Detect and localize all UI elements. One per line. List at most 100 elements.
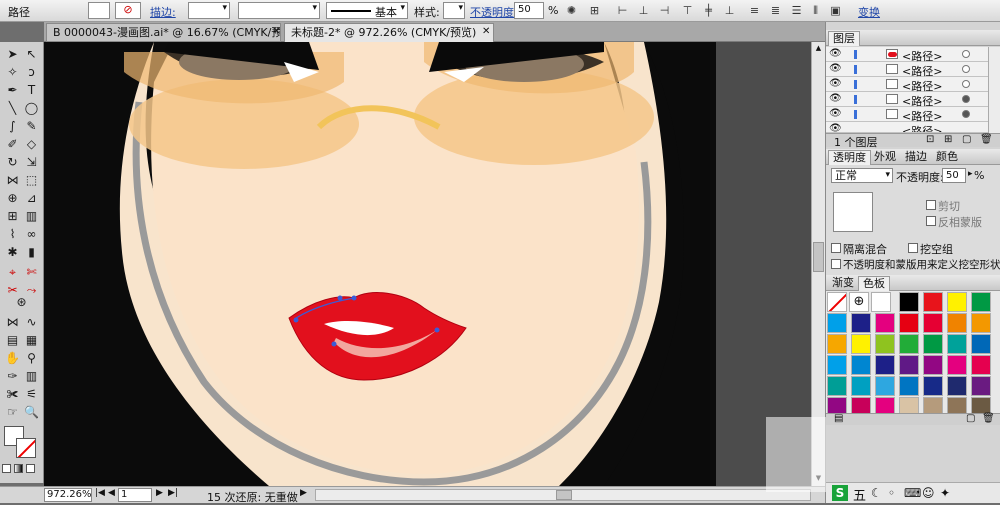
swatch-library-icon[interactable]: ▤ bbox=[834, 413, 843, 424]
close-icon[interactable]: ✕ bbox=[272, 26, 280, 37]
tab-gradient[interactable]: 渐变 bbox=[828, 276, 858, 291]
blend-mode-select[interactable]: 正常 ▾ bbox=[831, 168, 893, 183]
color-mode-icon[interactable] bbox=[2, 464, 11, 473]
swatch-color[interactable] bbox=[875, 334, 895, 354]
slice-tool-icon[interactable]: ✄ bbox=[22, 264, 41, 281]
layer-row[interactable]: 👁 <路径> bbox=[826, 47, 988, 63]
swatch-color[interactable] bbox=[923, 355, 943, 375]
panel-opacity-field[interactable]: 50 bbox=[942, 168, 966, 183]
swatch-color[interactable] bbox=[947, 376, 967, 396]
layer-row[interactable]: 👁 <路径> bbox=[826, 77, 988, 93]
settings-icon[interactable]: ✦ bbox=[940, 486, 950, 500]
symbol-sprayer-tool-icon[interactable]: ✱ bbox=[3, 244, 22, 261]
pen-tool-icon[interactable]: ✒ bbox=[3, 82, 22, 99]
none-mode-icon[interactable] bbox=[26, 464, 35, 473]
swatch-color[interactable] bbox=[875, 397, 895, 413]
distribute-bottom-icon[interactable]: ☰ bbox=[789, 3, 804, 18]
stroke-link[interactable]: 描边: bbox=[150, 4, 176, 20]
mesh-tool-icon[interactable]: ⊞ bbox=[3, 208, 22, 225]
align-center-v-icon[interactable]: ╪ bbox=[701, 3, 716, 18]
visibility-eye-icon[interactable]: 👁 bbox=[829, 93, 842, 104]
swatch-color[interactable] bbox=[827, 334, 847, 354]
swatch-color[interactable] bbox=[947, 397, 967, 413]
layer-row[interactable]: 👁 <路径> bbox=[826, 122, 988, 133]
measure-tool-icon[interactable]: ▥ bbox=[22, 368, 41, 385]
distribute-left-icon[interactable]: ⫴ bbox=[808, 3, 823, 18]
swatch-color[interactable] bbox=[971, 292, 991, 312]
tab-appearance[interactable]: 外观 bbox=[870, 150, 900, 165]
target-icon[interactable] bbox=[962, 95, 970, 103]
swatch-color[interactable] bbox=[875, 376, 895, 396]
hscroll-thumb[interactable] bbox=[556, 490, 572, 500]
tab-transparency[interactable]: 透明度 bbox=[828, 150, 871, 165]
swatch-color[interactable] bbox=[851, 313, 871, 333]
ime-logo-icon[interactable]: S bbox=[832, 485, 848, 501]
align-bottom-icon[interactable]: ⊥ bbox=[722, 3, 737, 18]
isolate-icon[interactable]: ▣ bbox=[828, 3, 843, 18]
delete-layer-icon[interactable]: 🗑 bbox=[980, 134, 993, 145]
swatch-color[interactable] bbox=[899, 313, 919, 333]
swatch-color[interactable] bbox=[827, 355, 847, 375]
next-page-icon[interactable]: ▶ bbox=[156, 488, 163, 498]
new-sublayer-icon[interactable]: ⊞ bbox=[944, 134, 952, 145]
close-icon[interactable]: ✕ bbox=[482, 26, 490, 37]
swatch-color[interactable] bbox=[971, 334, 991, 354]
direct-selection-tool-icon[interactable]: ↖ bbox=[22, 46, 41, 63]
swatch-color[interactable] bbox=[851, 397, 871, 413]
brush-definition-field[interactable]: 基本 ▾ bbox=[326, 2, 408, 19]
last-page-icon[interactable]: ▶| bbox=[168, 488, 178, 498]
perspective-grid-tool-icon[interactable]: ⊿ bbox=[22, 190, 41, 207]
blend-tool-icon[interactable]: ∞ bbox=[22, 226, 41, 243]
tab-color[interactable]: 颜色 bbox=[932, 150, 962, 165]
eyedropper-tool-icon[interactable]: ⌇ bbox=[3, 226, 22, 243]
lasso-tool-icon[interactable]: ↄ bbox=[22, 64, 41, 81]
tab-document-2[interactable]: 未标题-2* @ 972.26% (CMYK/预览) bbox=[284, 23, 494, 42]
opacity-field[interactable]: 50 bbox=[514, 2, 544, 19]
style-swatch[interactable]: ▾ bbox=[443, 2, 465, 19]
stroke-color-swatch[interactable]: ⊘ bbox=[115, 2, 141, 19]
variable-width-field[interactable]: ▾ bbox=[238, 2, 320, 19]
swatch-color[interactable] bbox=[851, 355, 871, 375]
target-icon[interactable] bbox=[962, 80, 970, 88]
stroke-swatch[interactable] bbox=[16, 438, 36, 458]
artboard-tool-icon[interactable]: ⌖ bbox=[3, 264, 22, 281]
swatch-color[interactable] bbox=[923, 334, 943, 354]
page-field[interactable]: 1 bbox=[118, 488, 152, 502]
rotate-tool-icon[interactable]: ↻ bbox=[3, 154, 22, 171]
swatch-color[interactable] bbox=[899, 334, 919, 354]
new-layer-icon[interactable]: ▢ bbox=[962, 134, 971, 145]
column-graph-tool-icon[interactable]: ▮ bbox=[22, 244, 41, 261]
swatch-color[interactable] bbox=[899, 397, 919, 413]
swatch-color[interactable] bbox=[851, 334, 871, 354]
zoom-field[interactable]: 972.26% bbox=[44, 488, 92, 502]
chart-tool-icon[interactable]: ▤ bbox=[3, 332, 22, 349]
selection-tool-icon[interactable]: ➤ bbox=[3, 46, 22, 63]
align-to-icon[interactable]: ⊞ bbox=[587, 3, 602, 18]
zoom-tool-icon[interactable]: ⚲ bbox=[22, 350, 41, 367]
eyedropper-2-tool-icon[interactable]: ✑ bbox=[3, 368, 22, 385]
opacity-slider-icon[interactable]: ▸ bbox=[968, 169, 973, 179]
scale-tool-icon[interactable]: ⇲ bbox=[22, 154, 41, 171]
swatch-color[interactable] bbox=[923, 313, 943, 333]
layer-row[interactable]: 👁 <路径> bbox=[826, 92, 988, 108]
visibility-eye-icon[interactable]: 👁 bbox=[829, 108, 842, 119]
swatch-color[interactable] bbox=[827, 397, 847, 413]
align-left-icon[interactable]: ⊢ bbox=[615, 3, 630, 18]
distribute-top-icon[interactable]: ≡ bbox=[747, 3, 762, 18]
swatch-white[interactable] bbox=[871, 292, 891, 312]
swatch-color[interactable] bbox=[899, 292, 919, 312]
swatch-color[interactable] bbox=[971, 376, 991, 396]
width-tool-icon[interactable]: ⋈ bbox=[3, 172, 22, 189]
swatch-color[interactable] bbox=[971, 397, 991, 413]
tab-document-1[interactable]: B 0000043-漫画图.ai* @ 16.67% (CMYK/预览) bbox=[46, 23, 281, 42]
swatch-color[interactable] bbox=[923, 397, 943, 413]
hand-tool-icon[interactable]: ✋ bbox=[3, 350, 22, 367]
opacity-link[interactable]: 不透明度: bbox=[470, 4, 518, 20]
swatch-color[interactable] bbox=[875, 313, 895, 333]
target-icon[interactable] bbox=[962, 110, 970, 118]
swatch-none[interactable] bbox=[827, 292, 847, 312]
first-page-icon[interactable]: |◀ bbox=[95, 488, 105, 498]
recolor-icon[interactable]: ✺ bbox=[564, 3, 579, 18]
layer-row[interactable]: 👁 <路径> bbox=[826, 107, 988, 123]
opacity-mask-checkbox[interactable] bbox=[831, 259, 841, 269]
